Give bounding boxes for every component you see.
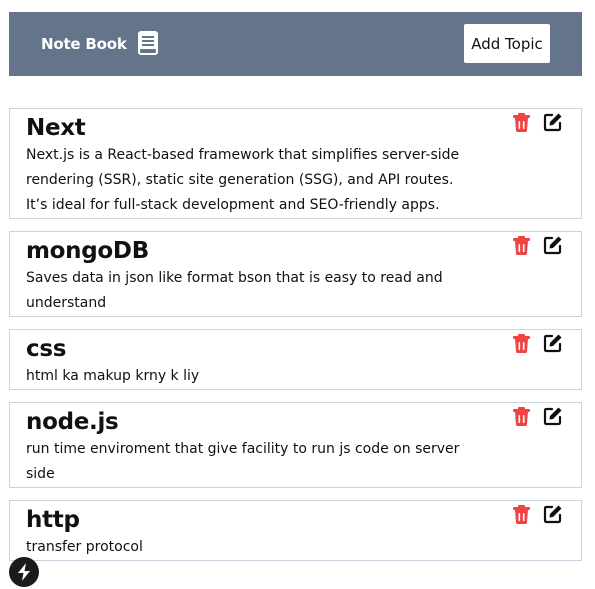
topic-card: node.js run time enviroment that give fa… xyxy=(9,402,582,488)
brand-title: Note Book xyxy=(41,35,127,53)
add-topic-button[interactable]: Add Topic xyxy=(464,24,550,63)
edit-icon xyxy=(543,505,562,524)
navbar: Note Book Add Topic xyxy=(9,12,582,76)
topic-title: http xyxy=(26,507,80,533)
topic-card: css html ka makup krny k liy xyxy=(9,329,582,390)
delete-button[interactable] xyxy=(511,405,531,427)
edit-button[interactable] xyxy=(543,332,563,354)
delete-button[interactable] xyxy=(511,503,531,525)
topic-description: run time enviroment that give facility t… xyxy=(26,441,460,482)
edit-icon xyxy=(543,236,562,255)
topic-actions xyxy=(511,503,563,525)
topic-card: http transfer protocol xyxy=(9,500,582,561)
edit-icon xyxy=(543,407,562,426)
delete-button[interactable] xyxy=(511,332,531,354)
topic-title: node.js xyxy=(26,409,119,435)
topic-actions xyxy=(511,111,563,133)
edit-button[interactable] xyxy=(543,111,563,133)
topic-actions xyxy=(511,405,563,427)
topic-description: transfer protocol xyxy=(26,539,143,555)
edit-icon xyxy=(543,334,562,353)
topic-actions xyxy=(511,332,563,354)
topic-description: Saves data in json like format bson that… xyxy=(26,270,443,311)
topic-title: Next xyxy=(26,115,86,141)
edit-icon xyxy=(543,113,562,132)
topic-title: css xyxy=(26,336,67,362)
edit-button[interactable] xyxy=(543,234,563,256)
topic-description: Next.js is a React-based framework that … xyxy=(26,147,460,213)
nextjs-logo-icon xyxy=(18,563,30,581)
trash-icon xyxy=(512,112,530,132)
brand-link[interactable]: Note Book xyxy=(41,31,159,55)
delete-button[interactable] xyxy=(511,111,531,133)
topic-actions xyxy=(511,234,563,256)
topic-card: mongoDB Saves data in json like format b… xyxy=(9,231,582,317)
trash-icon xyxy=(512,504,530,524)
trash-icon xyxy=(512,333,530,353)
delete-button[interactable] xyxy=(511,234,531,256)
topic-card: Next Next.js is a React-based framework … xyxy=(9,108,582,219)
trash-icon xyxy=(512,235,530,255)
edit-button[interactable] xyxy=(543,503,563,525)
nextjs-dev-badge[interactable] xyxy=(9,557,39,587)
topic-list: Next Next.js is a React-based framework … xyxy=(9,108,582,573)
topic-title: mongoDB xyxy=(26,238,149,264)
trash-icon xyxy=(512,406,530,426)
topic-description: html ka makup krny k liy xyxy=(26,368,200,384)
edit-button[interactable] xyxy=(543,405,563,427)
book-icon xyxy=(137,31,159,55)
